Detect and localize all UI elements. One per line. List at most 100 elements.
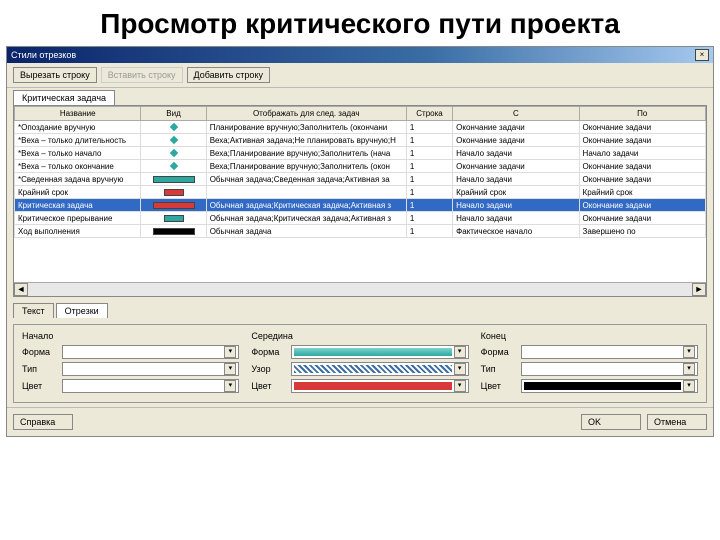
cell-show[interactable]: Обычная задача;Критическая задача;Активн…: [206, 212, 406, 225]
end-color-combo[interactable]: ▾: [521, 379, 698, 393]
cell-from[interactable]: Окончание задачи: [453, 160, 579, 173]
close-button[interactable]: ×: [695, 49, 709, 61]
paste-row-button: Вставить строку: [101, 67, 183, 83]
scroll-left-button[interactable]: ◄: [14, 283, 28, 296]
cell-row[interactable]: 1: [406, 186, 452, 199]
cell-vid[interactable]: [141, 225, 206, 238]
col-from[interactable]: С: [453, 107, 579, 121]
end-type-combo[interactable]: ▾: [521, 362, 698, 376]
cell-show[interactable]: Веха;Планирование вручную;Заполнитель (о…: [206, 160, 406, 173]
tab-text[interactable]: Текст: [13, 303, 54, 318]
middle-heading: Середина: [251, 331, 468, 341]
cell-name[interactable]: Критическое прерывание: [15, 212, 141, 225]
cell-to[interactable]: Окончание задачи: [579, 160, 705, 173]
cell-show[interactable]: Планирование вручную;Заполнитель (оконча…: [206, 121, 406, 134]
cell-to[interactable]: Окончание задачи: [579, 134, 705, 147]
tab-bars[interactable]: Отрезки: [56, 303, 108, 318]
cell-vid[interactable]: [141, 199, 206, 212]
cell-from[interactable]: Начало задачи: [453, 173, 579, 186]
tab-critical-task[interactable]: Критическая задача: [13, 90, 115, 105]
table-row[interactable]: Критическое прерывание Обычная задача;Кри…: [15, 212, 706, 225]
middle-pattern-combo[interactable]: ▾: [291, 362, 468, 376]
cell-name[interactable]: Критическая задача: [15, 199, 141, 212]
cell-row[interactable]: 1: [406, 173, 452, 186]
cell-name[interactable]: Ход выполнения: [15, 225, 141, 238]
cell-show[interactable]: Веха;Планирование вручную;Заполнитель (н…: [206, 147, 406, 160]
table-row[interactable]: Ход выполнения Обычная задача1Фактическое…: [15, 225, 706, 238]
cell-vid[interactable]: [141, 147, 206, 160]
table-row[interactable]: Критическая задача Обычная задача;Критиче…: [15, 199, 706, 212]
add-row-button[interactable]: Добавить строку: [187, 67, 270, 83]
table-row[interactable]: *Веха – только длительность Веха;Активная…: [15, 134, 706, 147]
cell-to[interactable]: Окончание задачи: [579, 121, 705, 134]
cell-to[interactable]: Окончание задачи: [579, 199, 705, 212]
start-type-combo[interactable]: ▾: [62, 362, 239, 376]
cell-name[interactable]: *Веха – только начало: [15, 147, 141, 160]
middle-pattern-label: Узор: [251, 364, 287, 374]
cell-from[interactable]: Начало задачи: [453, 147, 579, 160]
table-row[interactable]: *Веха – только окончание Веха;Планировани…: [15, 160, 706, 173]
middle-shape-combo[interactable]: ▾: [291, 345, 468, 359]
cell-row[interactable]: 1: [406, 212, 452, 225]
cell-vid[interactable]: [141, 173, 206, 186]
cell-name[interactable]: Крайний срок: [15, 186, 141, 199]
start-type-label: Тип: [22, 364, 58, 374]
cell-vid[interactable]: [141, 212, 206, 225]
cell-vid[interactable]: [141, 121, 206, 134]
table-row[interactable]: *Веха – только начало Веха;Планирование в…: [15, 147, 706, 160]
help-button[interactable]: Справка: [13, 414, 73, 430]
cell-to[interactable]: Крайний срок: [579, 186, 705, 199]
chevron-down-icon: ▾: [683, 363, 695, 375]
cell-name[interactable]: *Опоздание вручную: [15, 121, 141, 134]
cancel-button[interactable]: Отмена: [647, 414, 707, 430]
cell-row[interactable]: 1: [406, 121, 452, 134]
scroll-right-button[interactable]: ►: [692, 283, 706, 296]
scroll-track[interactable]: [28, 283, 692, 296]
cell-name[interactable]: *Веха – только окончание: [15, 160, 141, 173]
cell-from[interactable]: Окончание задачи: [453, 134, 579, 147]
dialog-title: Стили отрезков: [11, 50, 76, 60]
cell-vid[interactable]: [141, 134, 206, 147]
cell-vid[interactable]: [141, 160, 206, 173]
middle-color-label: Цвет: [251, 381, 287, 391]
cell-row[interactable]: 1: [406, 134, 452, 147]
cell-to[interactable]: Окончание задачи: [579, 173, 705, 186]
dialog-footer: Справка OK Отмена: [7, 407, 713, 436]
cell-from[interactable]: Окончание задачи: [453, 121, 579, 134]
cell-row[interactable]: 1: [406, 147, 452, 160]
grid-body[interactable]: Название Вид Отображать для след. задач …: [14, 106, 706, 282]
cell-to[interactable]: Окончание задачи: [579, 212, 705, 225]
end-shape-combo[interactable]: ▾: [521, 345, 698, 359]
cell-row[interactable]: 1: [406, 160, 452, 173]
cell-show[interactable]: [206, 186, 406, 199]
cell-name[interactable]: *Веха – только длительность: [15, 134, 141, 147]
cell-row[interactable]: 1: [406, 199, 452, 212]
horizontal-scrollbar[interactable]: ◄ ►: [14, 282, 706, 296]
cell-from[interactable]: Начало задачи: [453, 199, 579, 212]
cell-to[interactable]: Начало задачи: [579, 147, 705, 160]
cell-show[interactable]: Обычная задача;Критическая задача;Активн…: [206, 199, 406, 212]
col-show[interactable]: Отображать для след. задач: [206, 107, 406, 121]
cut-row-button[interactable]: Вырезать строку: [13, 67, 97, 83]
cell-from[interactable]: Начало задачи: [453, 212, 579, 225]
table-row[interactable]: Крайний срок1Крайний срокКрайний срок: [15, 186, 706, 199]
cell-to[interactable]: Завершено по: [579, 225, 705, 238]
col-name[interactable]: Название: [15, 107, 141, 121]
ok-button[interactable]: OK: [581, 414, 641, 430]
cell-name[interactable]: *Сведенная задача вручную: [15, 173, 141, 186]
start-shape-combo[interactable]: ▾: [62, 345, 239, 359]
col-vid[interactable]: Вид: [141, 107, 206, 121]
cell-from[interactable]: Фактическое начало: [453, 225, 579, 238]
cell-show[interactable]: Обычная задача;Сведенная задача;Активная…: [206, 173, 406, 186]
cell-show[interactable]: Веха;Активная задача;Не планировать вруч…: [206, 134, 406, 147]
table-row[interactable]: *Сведенная задача вручную Обычная задача;…: [15, 173, 706, 186]
cell-show[interactable]: Обычная задача: [206, 225, 406, 238]
col-row[interactable]: Строка: [406, 107, 452, 121]
table-row[interactable]: *Опоздание вручную Планирование вручную;З…: [15, 121, 706, 134]
cell-vid[interactable]: [141, 186, 206, 199]
col-to[interactable]: По: [579, 107, 705, 121]
start-color-combo[interactable]: ▾: [62, 379, 239, 393]
cell-row[interactable]: 1: [406, 225, 452, 238]
cell-from[interactable]: Крайний срок: [453, 186, 579, 199]
middle-color-combo[interactable]: ▾: [291, 379, 468, 393]
